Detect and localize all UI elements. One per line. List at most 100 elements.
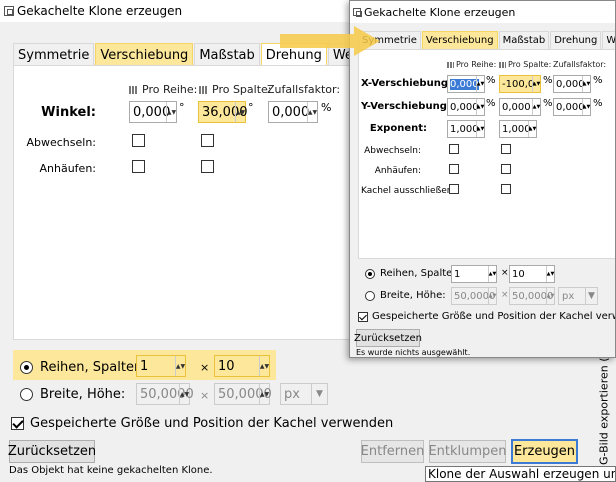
window-title: Gekachelte Klone erzeugen — [17, 4, 183, 18]
inset-x-row-input[interactable]: 0,000 ▲▼ — [447, 75, 485, 93]
reset-button[interactable]: Zurücksetzen — [8, 440, 96, 463]
times-sign: × — [200, 389, 210, 402]
rows-input[interactable]: 1 ▲▼ — [136, 355, 186, 377]
alternate-col-checkbox[interactable] — [201, 134, 214, 147]
inset-alternate-row-checkbox[interactable] — [449, 144, 459, 154]
create-button[interactable]: Erzeugen — [511, 439, 578, 464]
spin-arrows-icon[interactable]: ▲▼ — [166, 102, 176, 122]
spin-arrows-icon[interactable]: ▲▼ — [488, 288, 496, 304]
inset-x-label: X-Verschiebung: — [361, 78, 452, 89]
width-input[interactable]: 50,0000 ▲▼ — [136, 383, 194, 405]
spin-arrows-icon[interactable]: ▲▼ — [259, 384, 269, 404]
unclump-button[interactable]: Entklumpen — [428, 440, 507, 463]
spin-arrows-icon[interactable]: ▲▼ — [179, 384, 189, 404]
inset-height-input[interactable]: 50,0000 ▲▼ — [509, 287, 555, 305]
pointer-arrow-icon — [280, 26, 380, 56]
inset-tab-rotation[interactable]: Drehung — [550, 31, 602, 49]
rows-cols-label: Reihen, Spalten: — [40, 360, 147, 375]
spin-arrows-icon[interactable]: ▲▼ — [532, 76, 540, 92]
inset-rows-cols-radio[interactable] — [365, 269, 375, 279]
columns-icon — [499, 61, 506, 68]
times-sign: × — [501, 268, 509, 278]
inset-tab-shift[interactable]: Verschiebung — [421, 31, 498, 49]
inset-dialog: Gekachelte Klone erzeugen Symmetrie Vers… — [349, 0, 616, 358]
inset-x-random-input[interactable]: 0,000 ▲▼ — [553, 75, 591, 93]
app-icon — [353, 8, 362, 17]
inset-cols-input[interactable]: 10 ▲▼ — [509, 265, 555, 283]
unit-deg: ° — [179, 101, 185, 114]
rows-cols-radio[interactable] — [20, 361, 33, 374]
spin-arrows-icon[interactable]: ▲▼ — [235, 102, 245, 122]
spin-arrows-icon[interactable]: ▲▼ — [546, 266, 554, 282]
use-saved-checkbox[interactable] — [11, 417, 24, 430]
unit-pct: % — [543, 75, 553, 86]
inset-x-col-input[interactable]: -100,0 ▲▼ — [499, 75, 541, 93]
spin-arrows-icon[interactable]: ▲▼ — [546, 288, 554, 304]
inset-cumulate-row-checkbox[interactable] — [449, 164, 459, 174]
spin-arrows-icon[interactable]: ▲▼ — [488, 266, 496, 282]
inset-tab-scale[interactable]: Maßstab — [498, 31, 550, 49]
unit-pct: % — [593, 75, 603, 86]
rotation-pane: Pro Reihe: Pro Spalte: Zufallsfaktor: Wi… — [13, 65, 358, 340]
inset-y-label: Y-Verschiebung: — [361, 101, 451, 112]
inset-cumulate-label: Anhäufen: — [374, 166, 421, 176]
unit-pct: % — [593, 98, 603, 109]
inset-use-saved-checkbox[interactable] — [358, 312, 368, 322]
inset-header-per-col: Pro Spalte: — [499, 60, 551, 69]
inset-exp-row-input[interactable]: 1,000 ▲▼ — [447, 120, 485, 138]
tab-symmetry[interactable]: Symmetrie — [13, 43, 95, 65]
app-icon — [4, 6, 14, 16]
unit-pct: % — [486, 75, 496, 86]
inset-exp-col-input[interactable]: 1,000 ▲▼ — [499, 120, 537, 138]
inset-y-row-input[interactable]: 0,000 ▲▼ — [447, 98, 485, 116]
angle-row-input[interactable]: 0,000 ▲▼ — [129, 101, 177, 123]
inset-exclude-row-checkbox[interactable] — [449, 184, 459, 194]
cumulate-row-checkbox[interactable] — [132, 160, 145, 173]
header-per-row: Pro Reihe: — [129, 83, 197, 96]
inset-unit-select[interactable]: px ▼ — [558, 287, 598, 305]
spin-arrows-icon[interactable]: ▲▼ — [532, 99, 540, 115]
angle-label: Winkel: — [41, 105, 96, 120]
unit-select[interactable]: px ▼ — [280, 383, 328, 405]
inset-cumulate-col-checkbox[interactable] — [501, 164, 511, 174]
inset-y-col-input[interactable]: 0,000 ▲▼ — [499, 98, 541, 116]
alternate-label: Abwechseln: — [26, 136, 96, 149]
width-height-label: Breite, Höhe: — [40, 387, 126, 402]
spin-arrows-icon[interactable]: ▲▼ — [175, 356, 185, 376]
use-saved-label: Gespeicherte Größe und Position der Kach… — [30, 416, 394, 431]
inset-window-title: Gekachelte Klone erzeugen — [364, 5, 516, 19]
remove-button[interactable]: Entfernen — [361, 440, 424, 463]
width-height-radio[interactable] — [20, 388, 33, 401]
spin-arrows-icon[interactable]: ▲▼ — [476, 121, 484, 137]
height-input[interactable]: 50,0000 ▲▼ — [214, 383, 272, 405]
spin-arrows-icon[interactable]: ▲▼ — [307, 102, 317, 122]
inset-tab-blur[interactable]: Weichzeichner — [602, 31, 615, 49]
spin-arrows-icon[interactable]: ▲▼ — [582, 76, 590, 92]
inset-width-height-label: Breite, Höhe: — [380, 290, 446, 301]
spin-arrows-icon[interactable]: ▲▼ — [259, 356, 269, 376]
tab-shift[interactable]: Verschiebung — [95, 43, 194, 65]
alternate-row-checkbox[interactable] — [132, 134, 145, 147]
spin-arrows-icon[interactable]: ▲▼ — [528, 121, 536, 137]
rows-icon — [447, 61, 454, 68]
inset-alternate-col-checkbox[interactable] — [501, 144, 511, 154]
columns-icon — [199, 85, 208, 94]
inset-exclude-col-checkbox[interactable] — [501, 184, 511, 194]
inset-y-random-input[interactable]: 0,000 ▲▼ — [553, 98, 591, 116]
spin-arrows-icon[interactable]: ▲▼ — [582, 99, 590, 115]
cumulate-col-checkbox[interactable] — [201, 160, 214, 173]
tab-scale[interactable]: Maßstab — [194, 43, 260, 65]
spin-arrows-icon[interactable]: ▲▼ — [476, 99, 484, 115]
inset-width-input[interactable]: 50,0000 ▲▼ — [451, 287, 497, 305]
inset-rows-input[interactable]: 1 ▲▼ — [451, 265, 497, 283]
inset-width-height-radio[interactable] — [365, 291, 375, 301]
unit-pct: % — [543, 98, 553, 109]
cols-input[interactable]: 10 ▲▼ — [214, 355, 270, 377]
times-sign: × — [200, 361, 210, 374]
spin-arrows-icon[interactable]: ▲▼ — [476, 76, 484, 92]
inset-reset-button[interactable]: Zurücksetzen — [354, 329, 422, 347]
angle-col-input[interactable]: 36,000 ▲▼ — [198, 101, 248, 123]
angle-random-input[interactable]: 0,000 ▲▼ — [268, 101, 318, 123]
header-per-col: Pro Spalte: — [199, 83, 272, 96]
unit-pct: % — [486, 98, 496, 109]
